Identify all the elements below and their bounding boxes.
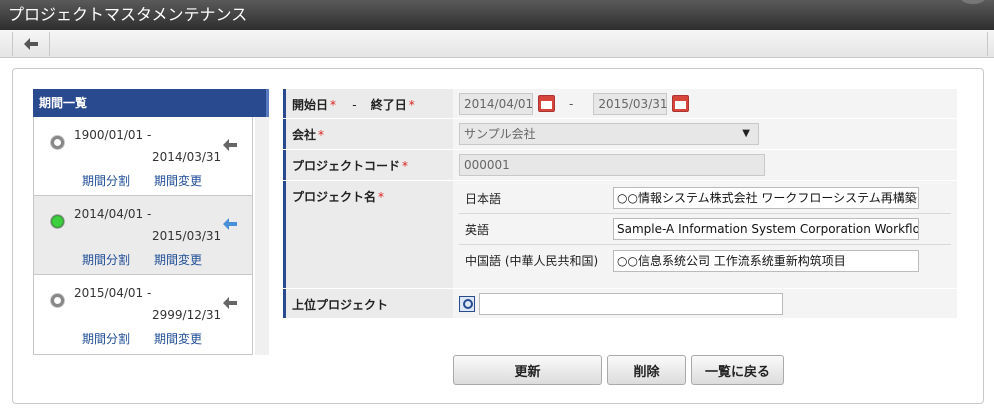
project-name-en-input[interactable]: Sample-A Information System Corporation … (613, 218, 919, 240)
window-title: プロジェクトマスタメンテナンス (8, 5, 248, 24)
company-selected-value: サンプル会社 (464, 127, 536, 141)
arrow-left-icon[interactable] (222, 295, 238, 311)
project-name-row: プロジェクト名 * 日本語 ○○情報システム株式会社 ワークフローシステム再構築 … (283, 181, 957, 289)
update-button[interactable]: 更新 (453, 355, 602, 385)
period-actions: 期間分割 期間変更 (82, 251, 226, 268)
parent-project-input[interactable] (479, 292, 783, 315)
project-name-zh-row: 中国語 (中華人民共和国) ○○信息系统公司 工作流系统重新构筑项目 (459, 245, 951, 276)
period-end: 2015/03/31 (152, 229, 222, 243)
period-actions: 期間分割 期間変更 (82, 330, 226, 347)
project-name-zh-input[interactable]: ○○信息系统公司 工作流系统重新构筑项目 (613, 249, 919, 272)
window-titlebar: プロジェクトマスタメンテナンス (0, 0, 994, 30)
language-label: 英語 (465, 222, 490, 237)
required-mark: * (402, 159, 409, 173)
company-label: 会社 * (283, 119, 453, 149)
search-icon[interactable] (459, 295, 475, 312)
period-end: 2014/03/31 (152, 150, 222, 164)
dropdown-arrow-icon: ▼ (742, 128, 750, 139)
toolbar-divider (987, 32, 988, 56)
main-panel: 期間一覧 1900/01/01 - 2014/03/31 期間分割 期間変更 20… (12, 68, 984, 404)
toolbar (0, 30, 994, 58)
period-actions: 期間分割 期間変更 (82, 172, 226, 189)
arrow-left-icon[interactable] (222, 216, 238, 232)
project-form: 開始日 * - 終了日 * 2014/04/01 - 2015/03/31 会社 * … (283, 89, 957, 319)
period-sidebar: 期間一覧 1900/01/01 - 2014/03/31 期間分割 期間変更 20… (33, 89, 269, 357)
period-value: 2014/04/01 - 2015/03/31 (453, 89, 957, 118)
period-label: 開始日 * - 終了日 * (283, 89, 453, 118)
delete-button[interactable]: 削除 (607, 355, 686, 385)
titlebar-corner (960, 0, 986, 4)
parent-project-value (453, 289, 957, 318)
project-code-label-text: プロジェクトコード (292, 159, 401, 173)
period-radio[interactable] (50, 135, 65, 150)
arrow-left-icon (24, 38, 38, 50)
period-list: 1900/01/01 - 2014/03/31 期間分割 期間変更 2014/04… (33, 117, 253, 355)
back-to-list-button[interactable]: 一覧に戻る (691, 355, 784, 385)
period-change-link[interactable]: 期間変更 (154, 332, 202, 346)
period-change-link[interactable]: 期間変更 (154, 253, 202, 267)
period-item-1[interactable]: 1900/01/01 - 2014/03/31 期間分割 期間変更 (34, 117, 252, 196)
company-select[interactable]: サンプル会社 ▼ (459, 123, 759, 145)
language-label: 中国語 (中華人民共和国) (465, 254, 599, 268)
sidebar-scrollbar[interactable] (255, 117, 269, 355)
action-buttons: 更新 削除 一覧に戻る (453, 355, 789, 385)
period-split-link[interactable]: 期間分割 (82, 253, 130, 267)
start-date-label: 開始日 (292, 98, 329, 112)
project-name-label: プロジェクト名 * (283, 181, 453, 288)
period-start: 1900/01/01 - (74, 128, 152, 142)
period-start: 2015/04/01 - (74, 286, 152, 300)
project-name-label-text: プロジェクト名 (292, 190, 377, 204)
period-item-2[interactable]: 2014/04/01 - 2015/03/31 期間分割 期間変更 (34, 196, 252, 275)
calendar-icon[interactable] (538, 95, 555, 112)
period-list-title: 期間一覧 (33, 89, 269, 117)
period-split-link[interactable]: 期間分割 (82, 174, 130, 188)
project-code-row: プロジェクトコード * 000001 (283, 150, 957, 181)
label-separator: - (352, 98, 357, 112)
project-name-value: 日本語 ○○情報システム株式会社 ワークフローシステム再構築 英語 Sample… (453, 181, 957, 288)
project-name-ja-input[interactable]: ○○情報システム株式会社 ワークフローシステム再構築 (613, 187, 919, 209)
project-name-ja-row: 日本語 ○○情報システム株式会社 ワークフローシステム再構築 (459, 183, 951, 214)
required-mark: * (330, 98, 337, 112)
company-row: 会社 * サンプル会社 ▼ (283, 119, 957, 150)
period-start: 2014/04/01 - (74, 207, 152, 221)
project-code-label: プロジェクトコード * (283, 150, 453, 180)
parent-project-row: 上位プロジェクト (283, 289, 957, 319)
period-split-link[interactable]: 期間分割 (82, 332, 130, 346)
start-date-field[interactable]: 2014/04/01 (459, 92, 533, 115)
period-radio[interactable] (50, 293, 65, 308)
parent-project-label: 上位プロジェクト (283, 289, 453, 318)
period-item-3[interactable]: 2015/04/01 - 2999/12/31 期間分割 期間変更 (34, 275, 252, 354)
project-code-field[interactable]: 000001 (459, 154, 765, 176)
project-name-en-row: 英語 Sample-A Information System Corporati… (459, 214, 951, 245)
date-range-dash: - (569, 96, 574, 111)
end-date-field[interactable]: 2015/03/31 (593, 92, 668, 115)
company-label-text: 会社 (292, 128, 317, 142)
company-value: サンプル会社 ▼ (453, 119, 957, 149)
project-code-value: 000001 (453, 150, 957, 180)
period-end: 2999/12/31 (152, 308, 222, 322)
period-radio-selected[interactable] (50, 214, 65, 229)
required-mark: * (408, 98, 415, 112)
required-mark: * (378, 190, 385, 204)
arrow-left-icon[interactable] (222, 137, 238, 153)
required-mark: * (318, 128, 325, 142)
calendar-icon[interactable] (672, 95, 690, 112)
period-change-link[interactable]: 期間変更 (154, 174, 202, 188)
back-button[interactable] (12, 32, 50, 56)
language-label: 日本語 (465, 191, 502, 206)
period-row: 開始日 * - 終了日 * 2014/04/01 - 2015/03/31 (283, 89, 957, 119)
end-date-label: 終了日 (370, 98, 407, 112)
